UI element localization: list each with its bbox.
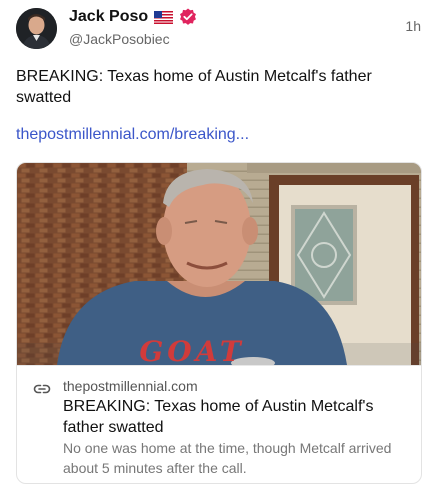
card-title[interactable]: BREAKING: Texas home of Austin Metcalf's… [63,396,403,438]
card-body[interactable]: thepostmillennial.com BREAKING: Texas ho… [17,365,421,483]
card-image[interactable]: GOAT [17,163,421,365]
card-image-shirt-text: GOAT [139,339,245,365]
post-timestamp: 1h [405,18,421,34]
author-name-row: Jack Poso [69,8,197,26]
post: Jack Poso @JackPosobiec 1h BREAKING: Tex… [0,0,439,500]
post-text: BREAKING: Texas home of Austin Metcalf's… [16,68,372,106]
link-preview-card[interactable]: GOAT thepostmillennial.com BREAKING: Tex… [16,162,422,484]
link-icon [33,380,51,398]
card-domain: thepostmillennial.com [63,378,198,394]
us-flag-icon [154,10,174,24]
avatar[interactable] [16,8,57,49]
author-handle[interactable]: @JackPosobiec [69,31,170,47]
card-description: No one was home at the time, though Metc… [63,440,392,476]
post-link[interactable]: thepostmillennial.com/breaking... [16,126,249,144]
verified-badge-icon [179,8,197,26]
author-name[interactable]: Jack Poso [69,8,148,26]
